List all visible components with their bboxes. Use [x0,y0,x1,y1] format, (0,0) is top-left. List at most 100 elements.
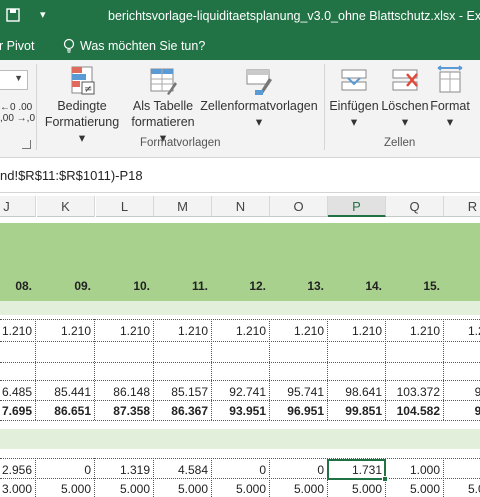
value-cell-b[interactable]: 92.741 [212,383,270,401]
value-cell-c[interactable]: 7.695 [0,402,36,420]
column-header-q[interactable]: Q [386,196,444,217]
value-cell-b[interactable]: 98.641 [328,383,386,401]
delete-cells-icon [392,69,418,91]
day-cell[interactable]: 13. [270,277,328,295]
value-cell-d[interactable]: 1.319 [96,461,154,479]
value-cell-e[interactable]: 5.000 [37,480,95,497]
value-cell-a[interactable]: 1.210 [444,322,480,340]
formula-text[interactable]: nd!$R$11:$R$1011)-P18 [0,168,143,183]
number-group-launcher-icon[interactable] [22,140,31,149]
gridline [269,458,270,497]
value-cell-d[interactable]: 0 [212,461,270,479]
decrease-decimal-button[interactable]: ,00 →,0 [0,113,35,124]
fill-handle[interactable] [382,476,388,482]
column-header-j[interactable]: J [0,196,36,217]
value-cell-a[interactable]: 1.210 [328,322,386,340]
insert-label-2: ▾ [350,115,358,129]
selected-cell[interactable] [327,459,386,480]
value-cell-e[interactable]: 5.000 [444,480,480,497]
value-cell-a[interactable]: 1.210 [37,322,95,340]
value-cell-e[interactable]: 5.000 [154,480,212,497]
value-cell-e[interactable]: 5.000 [96,480,154,497]
column-header-m[interactable]: M [154,196,212,217]
formula-bar[interactable]: nd!$R$11:$R$1011)-P18 [0,159,480,193]
value-cell-e[interactable]: 3.000 [0,480,36,497]
value-cell-e[interactable]: 5.000 [212,480,270,497]
format-button[interactable]: Format ▾ [428,64,472,130]
tab-pivot[interactable]: r Pivot [0,39,34,53]
column-header-k[interactable]: K [37,196,95,217]
value-cell-c[interactable]: 93.951 [212,402,270,420]
ribbon-separator [36,64,37,150]
value-cell-a[interactable]: 1.210 [96,322,154,340]
column-header-o[interactable]: O [270,196,328,217]
insert-button[interactable]: Einfügen ▾ [328,64,380,130]
value-cell-e[interactable]: 5.000 [328,480,386,497]
day-cell[interactable]: 11. [154,277,212,295]
value-cell-d[interactable]: 0 [270,461,328,479]
gridline [0,478,480,479]
value-cell-a[interactable]: 1.210 [270,322,328,340]
format-label: Format [430,99,470,113]
insert-label: Einfügen [329,99,379,113]
value-cell-b[interactable]: 86.148 [96,383,154,401]
value-cell-c[interactable]: 86.651 [37,402,95,420]
ribbon-tabs-row: r Pivot Was möchten Sie tun? [0,32,480,60]
column-header-r[interactable]: R [444,196,480,217]
cell-styles-icon [246,69,272,95]
value-cell-c[interactable]: 87.358 [96,402,154,420]
ribbon: ▼ ←0 .00 ,00 →,0 ≠ Bedingte Formatierung… [0,60,480,158]
number-format-select[interactable]: ▼ [0,70,28,90]
value-cell-c[interactable]: 104.582 [386,402,444,420]
value-cell-d[interactable]: 2.3 [444,461,480,479]
day-cell[interactable]: 15. [386,277,444,295]
column-header-l[interactable]: L [96,196,154,217]
value-cell-b[interactable]: 95.741 [270,383,328,401]
gridline [0,319,480,320]
value-cell-e[interactable]: 5.000 [386,480,444,497]
day-cell[interactable]: 14. [328,277,386,295]
value-cell-a[interactable]: 1.210 [386,322,444,340]
value-cell-d[interactable]: 2.956 [0,461,36,479]
tell-me-search[interactable]: Was möchten Sie tun? [80,39,205,53]
value-cell-e[interactable]: 5.000 [270,480,328,497]
value-cell-a[interactable]: 1.210 [154,322,212,340]
value-cell-d[interactable]: 1.000 [386,461,444,479]
column-header-p[interactable]: P [328,196,386,217]
value-cell-c[interactable]: 96.951 [270,402,328,420]
format-as-table-button[interactable]: Als Tabelle formatieren ▾ [128,64,198,146]
value-cell-b[interactable]: 103.372 [386,383,444,401]
value-cell-d[interactable]: 0 [37,461,95,479]
gridline [35,458,36,497]
gridline [211,319,212,420]
cell-styles-label: Zellenformatvorlagen [200,99,318,113]
value-cell-a[interactable]: 1.210 [212,322,270,340]
value-cell-c[interactable]: 99.851 [328,402,386,420]
value-cell-b[interactable]: 85.441 [37,383,95,401]
day-cell[interactable]: 08. [0,277,36,295]
spreadsheet-grid[interactable]: 08.09.10.11.12.13.14.15.16.1.2101.2101.2… [0,217,480,497]
title-bar: ▾ berichtsvorlage-liquiditaetsplanung_v3… [0,0,480,32]
conditional-formatting-button[interactable]: ≠ Bedingte Formatierung ▾ [40,64,124,146]
cell-styles-button[interactable]: Zellenformatvorlagen ▾ [200,64,318,130]
value-cell-a[interactable]: 1.210 [0,322,36,340]
save-icon[interactable] [6,8,20,22]
format-label-2: ▾ [446,115,454,129]
value-cell-b[interactable]: 85.157 [154,383,212,401]
day-cell[interactable]: 09. [37,277,95,295]
value-cell-d[interactable]: 4.584 [154,461,212,479]
day-cell[interactable]: 16. [444,277,480,295]
gridline [0,341,480,342]
decimal-buttons[interactable]: ←0 .00 ,00 →,0 [0,102,35,124]
day-cell[interactable]: 10. [96,277,154,295]
quick-access-dropdown-icon[interactable]: ▾ [40,8,46,21]
day-cell[interactable]: 12. [212,277,270,295]
value-cell-b[interactable]: 95.2 [444,383,480,401]
value-cell-b[interactable]: 6.485 [0,383,36,401]
column-header-n[interactable]: N [212,196,270,217]
value-cell-c[interactable]: 96.4 [444,402,480,420]
delete-button[interactable]: Löschen ▾ [380,64,430,130]
gridline [153,458,154,497]
value-cell-c[interactable]: 86.367 [154,402,212,420]
increase-decimal-button[interactable]: ←0 .00 [0,102,35,113]
